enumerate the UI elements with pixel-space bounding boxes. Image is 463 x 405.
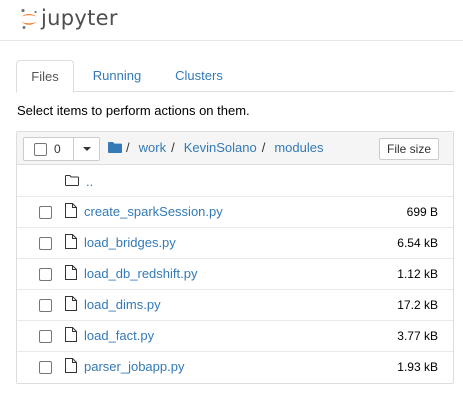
breadcrumb: / work / KevinSolano / modules xyxy=(108,140,323,155)
file-icon xyxy=(65,358,77,376)
header: jupyter xyxy=(0,0,463,41)
breadcrumb-separator: / xyxy=(171,140,175,155)
tab-files[interactable]: Files xyxy=(16,60,74,93)
file-name-link[interactable]: load_db_redshift.py xyxy=(84,266,197,281)
select-all-dropdown[interactable]: 0 xyxy=(23,137,100,161)
file-row[interactable]: load_bridges.py 6.54 kB xyxy=(17,228,453,259)
file-name-link[interactable]: load_fact.py xyxy=(84,328,154,343)
instructions-text: Select items to perform actions on them. xyxy=(17,103,250,118)
file-icon xyxy=(65,234,77,252)
file-size: 699 B xyxy=(406,205,438,219)
jupyter-logo[interactable]: jupyter xyxy=(20,6,118,31)
file-size: 1.93 kB xyxy=(397,360,438,374)
tab-bar: Files Running Clusters xyxy=(16,60,454,93)
row-checkbox[interactable] xyxy=(39,268,52,281)
file-name-link[interactable]: load_bridges.py xyxy=(84,235,176,250)
jupyter-logo-icon xyxy=(21,8,37,29)
file-size: 3.77 kB xyxy=(397,329,438,343)
folder-outline-icon xyxy=(65,174,79,189)
parent-directory-row[interactable]: .. xyxy=(17,166,453,197)
select-all-checkbox[interactable] xyxy=(34,142,47,156)
parent-directory-link[interactable]: .. xyxy=(86,174,93,189)
file-name-link[interactable]: create_sparkSession.py xyxy=(84,204,223,219)
file-row[interactable]: load_dims.py 17.2 kB xyxy=(17,290,453,321)
file-list-toolbar: 0 / work / KevinSolano / modules File si… xyxy=(17,132,453,165)
row-checkbox[interactable] xyxy=(39,330,52,343)
file-name-link[interactable]: load_dims.py xyxy=(84,297,161,312)
sort-file-size-button[interactable]: File size xyxy=(379,138,439,160)
tab-running[interactable]: Running xyxy=(80,60,154,92)
row-checkbox[interactable] xyxy=(39,299,52,312)
file-list-panel: 0 / work / KevinSolano / modules File si… xyxy=(16,131,454,384)
breadcrumb-kevinsolano[interactable]: KevinSolano xyxy=(184,140,257,155)
select-all-toggle[interactable]: 0 xyxy=(24,138,74,160)
file-size: 1.12 kB xyxy=(397,267,438,281)
file-row[interactable]: load_db_redshift.py 1.12 kB xyxy=(17,259,453,290)
file-icon xyxy=(65,296,77,314)
select-menu-button[interactable] xyxy=(74,138,99,160)
breadcrumb-modules[interactable]: modules xyxy=(274,140,323,155)
folder-root-icon[interactable] xyxy=(108,142,122,153)
file-icon xyxy=(65,203,77,221)
file-row[interactable]: load_fact.py 3.77 kB xyxy=(17,321,453,352)
file-icon xyxy=(65,265,77,283)
row-checkbox[interactable] xyxy=(39,206,52,219)
row-checkbox[interactable] xyxy=(39,237,52,250)
file-size: 17.2 kB xyxy=(397,298,438,312)
file-row[interactable]: create_sparkSession.py 699 B xyxy=(17,197,453,228)
breadcrumb-separator: / xyxy=(261,140,266,155)
file-icon xyxy=(65,327,77,345)
selected-count: 0 xyxy=(54,142,61,156)
breadcrumb-work[interactable]: work xyxy=(139,140,166,155)
caret-down-icon xyxy=(82,147,91,151)
row-checkbox[interactable] xyxy=(39,361,52,374)
file-row[interactable]: parser_jobapp.py 1.93 kB xyxy=(17,352,453,383)
logo-text: jupyter xyxy=(41,6,118,30)
file-name-link[interactable]: parser_jobapp.py xyxy=(84,359,184,374)
tab-clusters[interactable]: Clusters xyxy=(162,60,236,92)
breadcrumb-separator: / xyxy=(126,140,130,155)
file-size: 6.54 kB xyxy=(397,236,438,250)
